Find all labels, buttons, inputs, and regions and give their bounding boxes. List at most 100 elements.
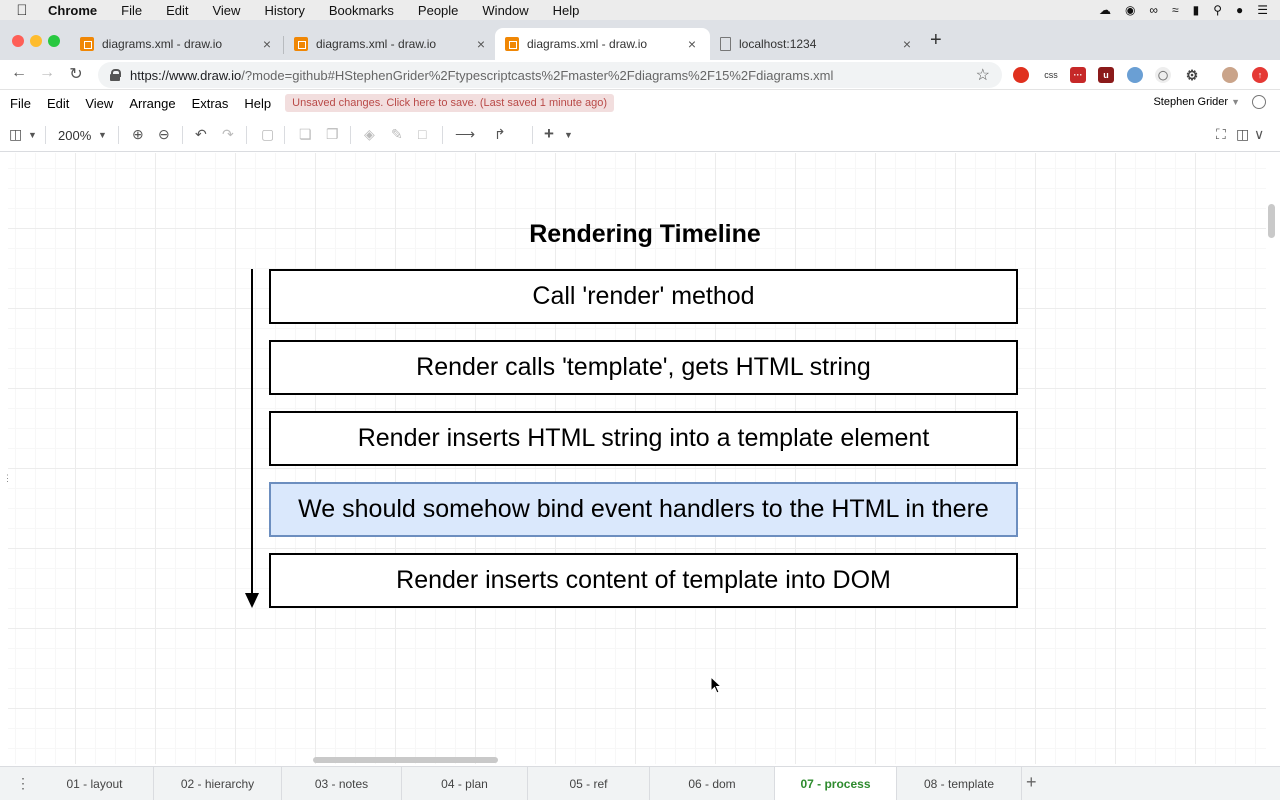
to-front-icon[interactable]: ❏: [299, 126, 312, 144]
mac-menu-help[interactable]: Help: [541, 3, 592, 18]
forward-arrow-icon[interactable]: →: [37, 64, 57, 82]
new-tab-button[interactable]: +: [930, 29, 942, 52]
page-tab-layout[interactable]: 01 - layout: [36, 767, 154, 800]
apple-menu-icon[interactable]: : [0, 2, 44, 19]
back-arrow-icon[interactable]: ←: [9, 64, 29, 82]
fill-color-icon[interactable]: ◈: [364, 126, 375, 144]
collapse-chevron-icon[interactable]: ∨: [1254, 126, 1264, 144]
line-color-icon[interactable]: ✎: [391, 126, 403, 144]
css-extension-icon[interactable]: css: [1041, 67, 1061, 83]
unsaved-changes-notice[interactable]: Unsaved changes. Click here to save. (La…: [285, 94, 615, 112]
menu-help[interactable]: Help: [234, 96, 277, 111]
mac-menu-view[interactable]: View: [200, 3, 252, 18]
ublock-icon[interactable]: u: [1098, 67, 1114, 83]
mac-menu-edit[interactable]: Edit: [154, 3, 200, 18]
chevron-down-icon[interactable]: ▼: [564, 130, 573, 148]
menu-file[interactable]: File: [0, 96, 37, 111]
wifi-icon[interactable]: ≈: [1172, 3, 1179, 17]
insert-plus-icon[interactable]: +: [544, 124, 554, 143]
mac-menu-app[interactable]: Chrome: [44, 3, 109, 18]
browser-tab[interactable]: localhost:1234 ×: [710, 28, 925, 60]
sidebar-resize-handle[interactable]: ⋮: [3, 473, 12, 484]
horizontal-scrollbar[interactable]: [313, 757, 498, 763]
page-tab-template[interactable]: 08 - template: [897, 767, 1022, 800]
profile-avatar[interactable]: [1222, 67, 1238, 83]
language-globe-icon[interactable]: [1252, 95, 1266, 109]
reload-icon[interactable]: ↻: [66, 64, 86, 84]
extension-red-icon[interactable]: [1013, 67, 1029, 83]
battery-icon[interactable]: ▮: [1193, 3, 1200, 17]
mac-menu-file[interactable]: File: [109, 3, 154, 18]
waypoints-icon[interactable]: ↱: [494, 126, 506, 144]
format-panel-toggle-icon[interactable]: ◫: [9, 126, 22, 144]
chevron-down-icon[interactable]: ▼: [28, 130, 37, 148]
toolbar-divider: [532, 126, 533, 144]
chrome-update-icon[interactable]: ↑: [1252, 67, 1268, 83]
redo-icon[interactable]: ↷: [222, 126, 234, 144]
timeline-step[interactable]: Render calls 'template', gets HTML strin…: [269, 340, 1018, 395]
window-zoom-button[interactable]: [48, 35, 60, 47]
notification-center-icon[interactable]: ☰: [1257, 3, 1268, 17]
browser-tab[interactable]: diagrams.xml - draw.io ×: [70, 28, 285, 60]
vertical-scrollbar[interactable]: [1268, 204, 1275, 238]
shadow-icon[interactable]: □: [418, 126, 426, 144]
page-tab-ref[interactable]: 05 - ref: [528, 767, 650, 800]
address-bar[interactable]: https://www.draw.io/?mode=github#HStephe…: [98, 62, 1002, 88]
tab-title: diagrams.xml - draw.io: [316, 37, 437, 51]
user-menu[interactable]: Stephen Grider ▼: [1153, 96, 1240, 108]
browser-tab-active[interactable]: diagrams.xml - draw.io ×: [495, 28, 710, 60]
zoom-level[interactable]: 200%: [58, 128, 91, 143]
format-sidebar-icon[interactable]: ◫: [1236, 126, 1249, 144]
extension-clock-icon[interactable]: ◯: [1155, 67, 1171, 83]
timeline-step[interactable]: Call 'render' method: [269, 269, 1018, 324]
siri-icon[interactable]: ●: [1236, 3, 1243, 17]
extension-dots-icon[interactable]: ···: [1070, 67, 1086, 83]
settings-gear-icon[interactable]: ⚙: [1184, 67, 1200, 83]
tab-close-icon[interactable]: ×: [473, 36, 489, 52]
timeline-arrow[interactable]: [243, 269, 263, 609]
page-tab-hierarchy[interactable]: 02 - hierarchy: [154, 767, 282, 800]
page-tab-process[interactable]: 07 - process: [775, 767, 897, 800]
glasses-icon[interactable]: ∞: [1149, 3, 1158, 17]
page-tab-notes[interactable]: 03 - notes: [282, 767, 402, 800]
menu-edit[interactable]: Edit: [37, 96, 75, 111]
menu-view[interactable]: View: [75, 96, 119, 111]
mac-menu-history[interactable]: History: [252, 3, 316, 18]
chevron-down-icon[interactable]: ▼: [98, 130, 107, 148]
page-tab-dom[interactable]: 06 - dom: [650, 767, 775, 800]
undo-icon[interactable]: ↶: [195, 126, 207, 144]
window-close-button[interactable]: [12, 35, 24, 47]
tab-close-icon[interactable]: ×: [259, 36, 275, 52]
drawio-toolbar: ◫ ▼ 200% ▼ ⊕ ⊖ ↶ ↷ ▢ ❏ ❐ ◈ ✎ □ ⟶ ↱ + ▼ ⛶…: [0, 118, 1280, 152]
timeline-step-highlighted[interactable]: We should somehow bind event handlers to…: [269, 482, 1018, 537]
drawio-menu-bar: File Edit View Arrange Extras Help Unsav…: [0, 90, 1280, 116]
to-back-icon[interactable]: ❐: [326, 126, 339, 144]
mac-menu-people[interactable]: People: [406, 3, 470, 18]
zoom-out-icon[interactable]: ⊖: [158, 126, 170, 144]
drawio-favicon-icon: [80, 37, 94, 51]
cloud-sync-icon[interactable]: ☁: [1099, 3, 1111, 17]
toolbar-divider: [182, 126, 183, 144]
zoom-in-icon[interactable]: ⊕: [132, 126, 144, 144]
timeline-step[interactable]: Render inserts HTML string into a templa…: [269, 411, 1018, 466]
connection-arrow-icon[interactable]: ⟶: [455, 126, 475, 144]
tab-close-icon[interactable]: ×: [899, 36, 915, 52]
page-tab-plan[interactable]: 04 - plan: [402, 767, 528, 800]
mac-menu-bookmarks[interactable]: Bookmarks: [317, 3, 406, 18]
fullscreen-icon[interactable]: ⛶: [1216, 126, 1226, 144]
add-page-button[interactable]: +: [1026, 772, 1037, 793]
delete-trash-icon[interactable]: ▢: [261, 126, 274, 144]
timeline-step[interactable]: Render inserts content of template into …: [269, 553, 1018, 608]
obs-icon[interactable]: ◉: [1125, 3, 1135, 17]
spotlight-search-icon[interactable]: ⚲: [1213, 3, 1222, 17]
tab-close-icon[interactable]: ×: [684, 36, 700, 52]
mac-menu-window[interactable]: Window: [470, 3, 540, 18]
pages-menu-icon[interactable]: ⋮: [16, 775, 30, 792]
browser-tab[interactable]: diagrams.xml - draw.io ×: [284, 28, 499, 60]
extension-blue-icon[interactable]: [1127, 67, 1143, 83]
diagram-title[interactable]: Rendering Timeline: [445, 220, 845, 249]
menu-extras[interactable]: Extras: [182, 96, 235, 111]
bookmark-star-icon[interactable]: ☆: [976, 65, 990, 85]
menu-arrange[interactable]: Arrange: [119, 96, 181, 111]
window-minimize-button[interactable]: [30, 35, 42, 47]
